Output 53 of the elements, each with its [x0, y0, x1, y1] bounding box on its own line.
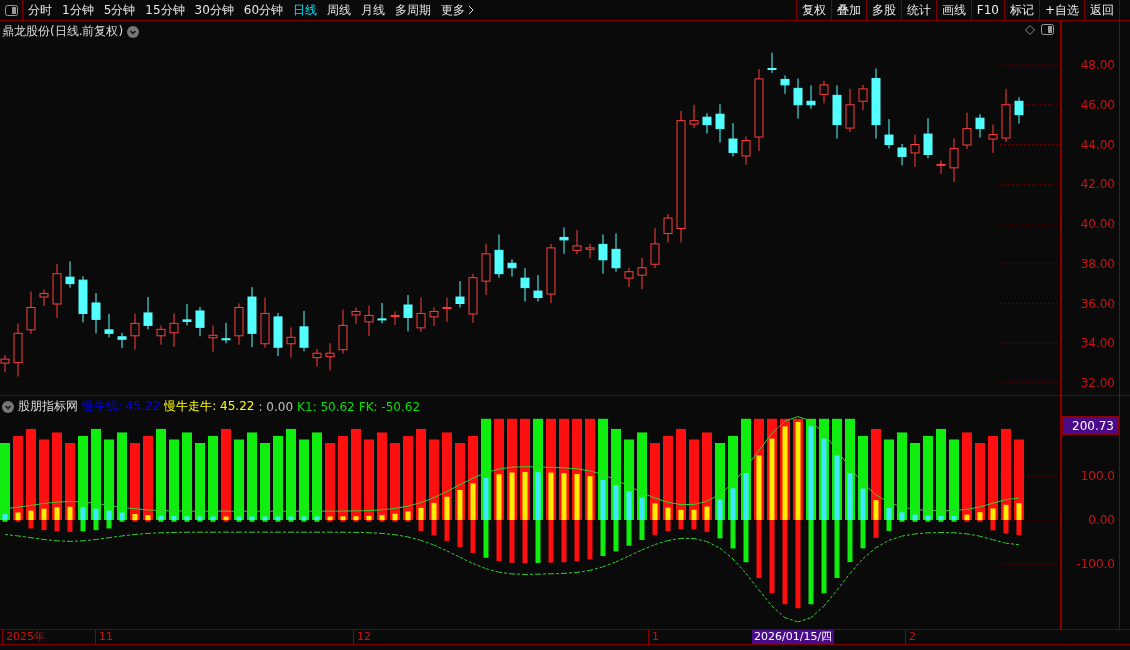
dropdown-icon[interactable]: [127, 25, 140, 38]
chevron-right-icon: [468, 5, 475, 15]
price-axis-label: 36.00: [1080, 296, 1115, 311]
chart-title: 鼎龙股份(日线.前复权): [2, 23, 124, 40]
value-badge: 200.73: [1062, 416, 1119, 435]
date-axis-label: 12: [353, 630, 371, 644]
period-tab[interactable]: 30分钟: [189, 0, 239, 20]
date-axis-label: 1: [648, 630, 659, 644]
panel-toggle-icon[interactable]: [1041, 24, 1054, 35]
toolbar-button[interactable]: 画线: [935, 0, 971, 20]
indicator-readout: FK: -50.62: [358, 399, 421, 414]
indicator-readout: 慢牛线: 45.22: [82, 398, 161, 415]
period-tab[interactable]: 1分钟: [57, 0, 99, 20]
indicator-axis-label: 100.0: [1080, 469, 1115, 483]
toolbar-button[interactable]: F10: [970, 0, 1004, 20]
period-tab[interactable]: 5分钟: [98, 0, 141, 20]
indicator-readout: : 0.00: [258, 399, 293, 414]
indicator-name: 股朋指标网: [18, 398, 78, 415]
period-tab[interactable]: 更多: [436, 0, 480, 20]
price-axis-label: 44.00: [1080, 137, 1115, 152]
crosshair-date: 2026/01/15/四: [752, 630, 835, 644]
indicator-axis-label: -100.0: [1076, 557, 1115, 571]
indicator-readout: K1: 50.62: [297, 399, 355, 414]
toolbar-button[interactable]: 返回: [1084, 0, 1119, 20]
period-tab[interactable]: 多周期: [390, 0, 437, 20]
period-tab[interactable]: 60分钟: [238, 0, 289, 20]
toolbar-button[interactable]: 复权: [795, 0, 831, 20]
indicator-axis-label: 0.00: [1088, 513, 1115, 527]
period-tab[interactable]: 日线: [288, 0, 323, 20]
toolbar-button[interactable]: 统计: [900, 0, 936, 20]
period-tab[interactable]: 周线: [322, 0, 357, 20]
dropdown-icon[interactable]: [2, 400, 14, 413]
price-axis-label: 40.00: [1080, 217, 1115, 231]
period-tab[interactable]: 月线: [356, 0, 391, 20]
toolbar-button[interactable]: +自选: [1038, 0, 1084, 20]
toolbar-button[interactable]: 多股: [865, 0, 901, 20]
grid-line: [999, 104, 1060, 106]
price-axis-label: 38.00: [1080, 256, 1115, 271]
date-axis-label: 2: [905, 630, 916, 644]
price-axis-label: 34.00: [1080, 336, 1115, 351]
date-axis-label: 11: [95, 630, 113, 644]
period-tab[interactable]: 15分钟: [140, 0, 190, 20]
grid-line: [999, 519, 1060, 521]
price-axis-label: 48.00: [1080, 58, 1115, 72]
price-axis-label: 32.00: [1080, 376, 1115, 390]
layout-toggle-icon[interactable]: [4, 4, 18, 16]
toolbar-button[interactable]: 叠加: [830, 0, 866, 20]
date-axis-label: 2025年: [2, 630, 45, 644]
period-tab[interactable]: 分时: [23, 0, 57, 20]
toolbar-button[interactable]: 标记: [1003, 0, 1039, 20]
indicator-readout: 慢牛走牛: 45.22: [164, 398, 255, 415]
price-axis-label: 42.00: [1080, 177, 1115, 192]
price-axis-label: 46.00: [1080, 97, 1115, 112]
